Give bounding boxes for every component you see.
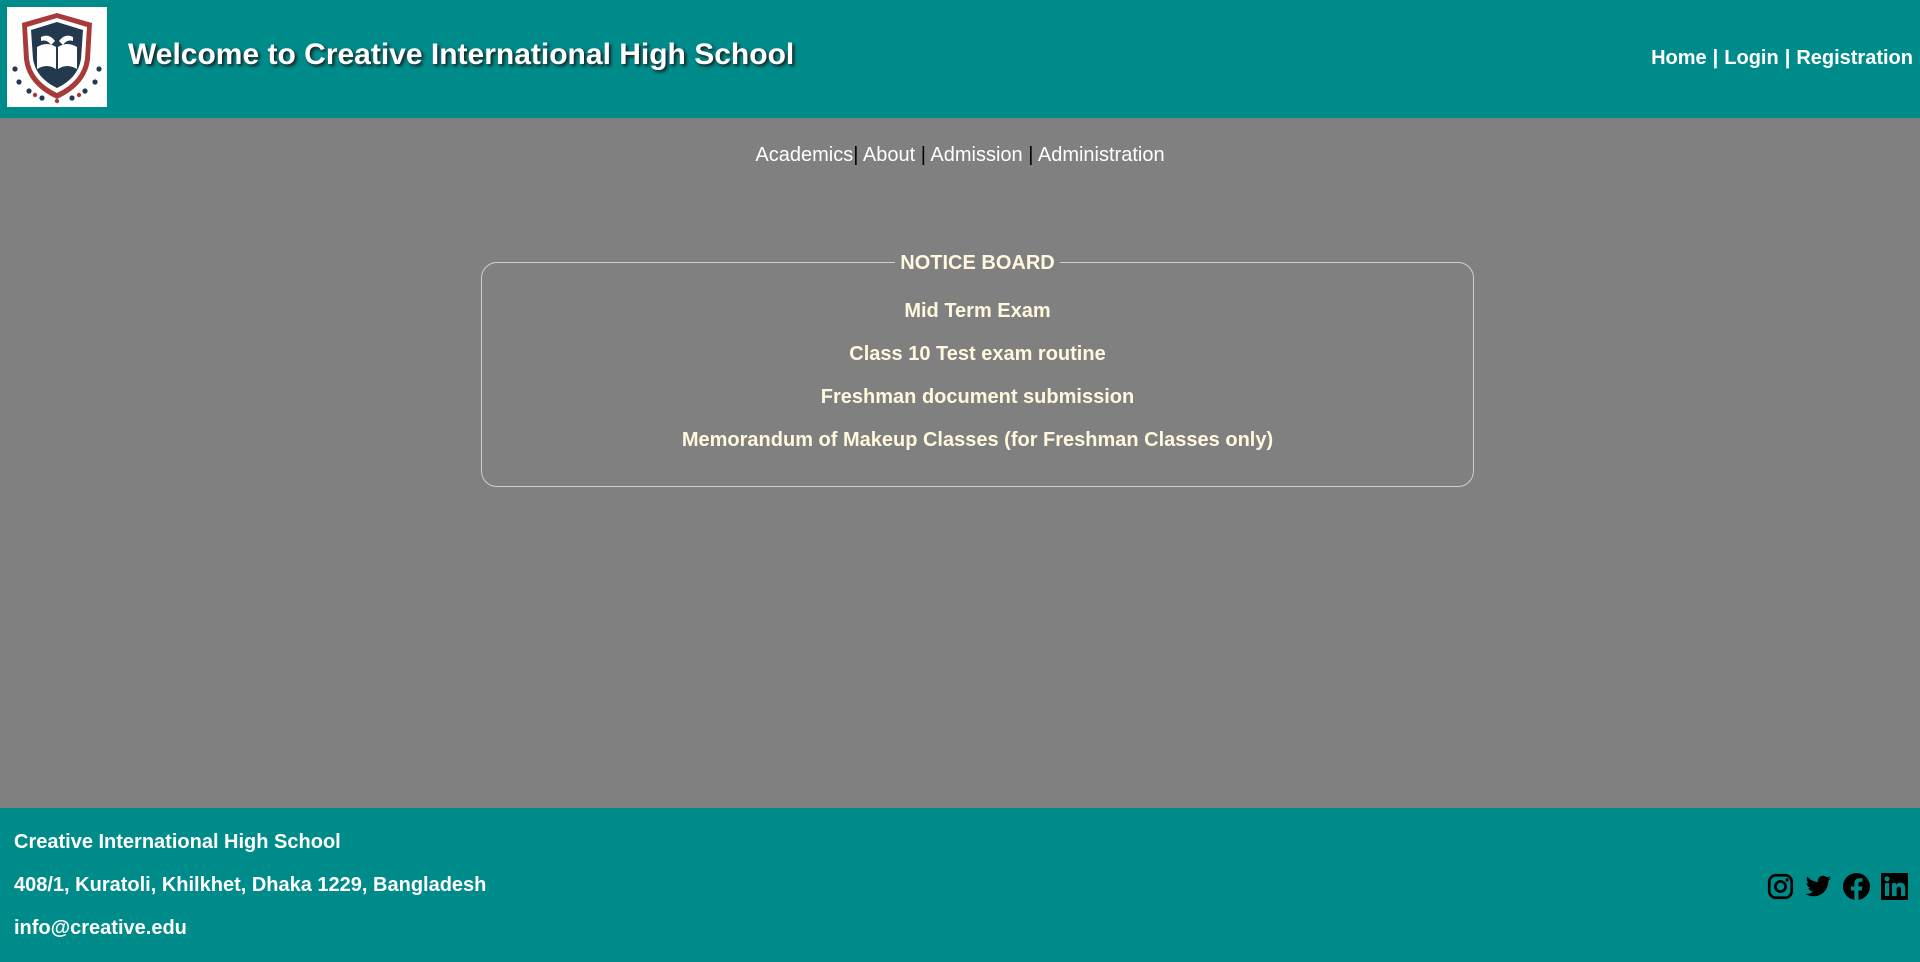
social-links (1767, 873, 1908, 900)
site-title: Welcome to Creative International High S… (128, 38, 795, 71)
nav-login-link[interactable]: Login (1724, 47, 1778, 69)
section-nav-separator: | (1028, 144, 1034, 166)
notice-link-document-submission[interactable]: Freshman document submission (821, 386, 1134, 408)
notice-board-title-wrap: NOTICE BOARD (482, 251, 1473, 275)
section-nav: Academics| About | Admission | Administr… (0, 144, 1920, 167)
nav-home-link[interactable]: Home (1651, 47, 1707, 69)
footer-address: 408/1, Kuratoli, Khilkhet, Dhaka 1229, B… (14, 874, 487, 896)
nav-about-link[interactable]: About (863, 144, 915, 166)
twitter-icon[interactable] (1805, 873, 1832, 900)
notice-link-test-exam-routine[interactable]: Class 10 Test exam routine (849, 343, 1105, 365)
notice-item: Mid Term Exam (482, 299, 1473, 342)
section-nav-separator: | (853, 144, 859, 166)
footer-school-name: Creative International High School (14, 831, 341, 853)
footer: Creative International High School 408/1… (0, 808, 1920, 962)
section-nav-separator: | (920, 144, 926, 166)
nav-separator: | (1712, 47, 1719, 69)
header-bar: Welcome to Creative International High S… (0, 0, 1920, 118)
notice-item: Memorandum of Makeup Classes (for Freshm… (482, 428, 1473, 471)
nav-administration-link[interactable]: Administration (1038, 144, 1165, 166)
facebook-icon[interactable] (1843, 873, 1870, 900)
notice-link-makeup-classes[interactable]: Memorandum of Makeup Classes (for Freshm… (682, 429, 1273, 451)
notice-item: Class 10 Test exam routine (482, 342, 1473, 385)
nav-registration-link[interactable]: Registration (1796, 47, 1913, 69)
school-crest-logo[interactable] (7, 7, 107, 107)
top-nav: Home | Login | Registration (1651, 47, 1913, 70)
notice-link-mid-term-exam[interactable]: Mid Term Exam (904, 300, 1050, 322)
linkedin-icon[interactable] (1881, 873, 1908, 900)
notice-list: Mid Term Exam Class 10 Test exam routine… (482, 299, 1473, 471)
notice-board: NOTICE BOARD Mid Term Exam Class 10 Test… (481, 252, 1474, 487)
footer-email[interactable]: info@creative.edu (14, 917, 187, 940)
nav-separator: | (1784, 47, 1791, 69)
instagram-icon[interactable] (1767, 873, 1794, 900)
notice-board-title: NOTICE BOARD (895, 252, 1060, 274)
notice-item: Freshman document submission (482, 385, 1473, 428)
nav-academics-link[interactable]: Academics (755, 144, 853, 166)
nav-admission-link[interactable]: Admission (930, 144, 1022, 166)
